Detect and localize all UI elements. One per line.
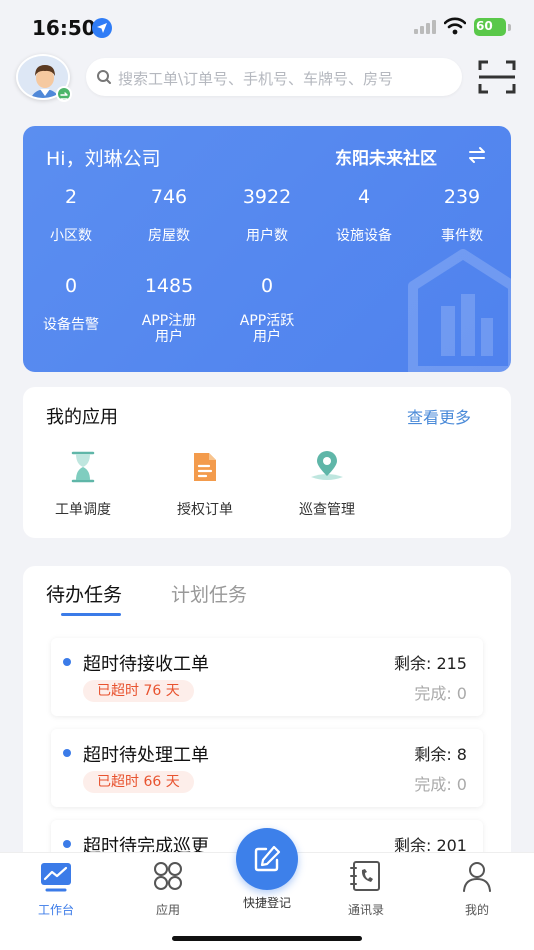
wifi-icon	[443, 17, 467, 39]
stat-houses[interactable]: 746 房屋数	[124, 186, 214, 244]
stat-value: 0	[260, 275, 274, 297]
task-remaining: 剩余: 215	[393, 654, 467, 673]
stat-value: 3922	[242, 186, 292, 208]
building-watermark-icon	[403, 246, 511, 372]
tabbar-contacts[interactable]: 通讯录	[326, 859, 406, 918]
task-completed: 完成: 0	[414, 684, 467, 703]
home-indicator	[172, 936, 362, 941]
stat-value: 1485	[144, 275, 194, 297]
chart-icon	[16, 859, 96, 895]
app-label: 授权订单	[177, 502, 233, 518]
tab-todo-tasks[interactable]: 待办任务	[46, 580, 122, 607]
hourglass-icon	[38, 449, 128, 485]
battery-level: 60	[476, 19, 493, 33]
active-tab-indicator	[61, 613, 121, 616]
location-arrow-icon	[92, 18, 112, 38]
contacts-icon	[326, 859, 406, 895]
community-selector[interactable]: 东阳未来社区	[335, 144, 437, 169]
stat-label: 设施设备	[336, 228, 392, 244]
tabbar-profile[interactable]: 我的	[437, 859, 517, 918]
stat-label: 房屋数	[148, 228, 190, 244]
task-item[interactable]: 超时待处理工单 已超时 66 天 剩余: 8 完成: 0	[51, 729, 483, 807]
app-patrol-management[interactable]: 巡查管理	[282, 449, 372, 519]
stat-label: 小区数	[50, 228, 92, 244]
tabbar-workbench[interactable]: 工作台	[16, 859, 96, 918]
tabbar-label: 工作台	[37, 903, 74, 917]
tabbar-label: 通讯录	[347, 903, 384, 917]
overdue-badge: 已超时 76 天	[83, 680, 194, 702]
tabbar-apps[interactable]: 应用	[128, 859, 208, 918]
app-work-order-dispatch[interactable]: 工单调度	[38, 449, 128, 519]
app-label: 巡查管理	[299, 502, 355, 518]
task-title: 超时待处理工单	[83, 745, 209, 766]
tasks-card: 待办任务 计划任务 超时待接收工单 已超时 76 天 剩余: 215 完成: 0…	[23, 566, 511, 866]
stat-facilities[interactable]: 4 设施设备	[319, 186, 409, 244]
search-icon	[96, 69, 112, 89]
battery-tip	[508, 24, 511, 31]
stats-card: Hi，刘琳公司 东阳未来社区 2 小区数 746 房屋数 3922 用户数 4 …	[23, 126, 511, 372]
stat-users[interactable]: 3922 用户数	[222, 186, 312, 244]
status-time: 16:50	[32, 16, 96, 40]
tab-planned-tasks[interactable]: 计划任务	[171, 580, 247, 607]
quick-register-label: 快捷登记	[242, 896, 291, 910]
stat-label: APP注册 用户	[141, 313, 197, 345]
stat-label: 事件数	[441, 228, 483, 244]
overdue-badge: 已超时 66 天	[83, 771, 194, 793]
quick-register-button[interactable]	[236, 828, 298, 890]
grid-icon	[128, 859, 208, 895]
tabbar-label: 我的	[464, 903, 489, 917]
stat-label: 设备告警	[43, 317, 99, 333]
stat-value: 2	[64, 186, 78, 208]
task-item[interactable]: 超时待接收工单 已超时 76 天 剩余: 215 完成: 0	[51, 638, 483, 716]
tabbar-label: 应用	[155, 903, 180, 917]
stat-app-registered[interactable]: 1485 APP注册 用户	[124, 275, 214, 345]
stat-device-alarms[interactable]: 0 设备告警	[26, 275, 116, 333]
stat-communities[interactable]: 2 小区数	[26, 186, 116, 244]
cellular-signal-icon	[414, 20, 436, 34]
apps-title: 我的应用	[46, 407, 118, 428]
task-remaining: 剩余: 8	[414, 745, 467, 764]
bullet-dot	[63, 658, 71, 666]
status-bar: 16:50 60	[0, 0, 534, 56]
switch-role-icon[interactable]	[56, 86, 72, 102]
user-icon	[437, 859, 517, 895]
search-placeholder: 搜索工单\订单号、手机号、车牌号、房号	[118, 70, 394, 88]
app-authorized-orders[interactable]: 授权订单	[160, 449, 250, 519]
scan-icon[interactable]	[476, 58, 518, 96]
app-label: 工单调度	[55, 502, 111, 518]
stat-value: 0	[64, 275, 78, 297]
search-input[interactable]: 搜索工单\订单号、手机号、车牌号、房号	[86, 58, 462, 96]
stat-label: 用户数	[246, 228, 288, 244]
switch-community-icon[interactable]	[467, 146, 487, 168]
bullet-dot	[63, 840, 71, 848]
stat-value: 746	[150, 186, 188, 208]
battery-icon: 60	[474, 18, 506, 36]
stat-events[interactable]: 239 事件数	[417, 186, 507, 244]
bullet-dot	[63, 749, 71, 757]
document-icon	[160, 449, 250, 485]
task-completed: 完成: 0	[414, 775, 467, 794]
stat-app-active[interactable]: 0 APP活跃 用户	[222, 275, 312, 345]
stat-value: 4	[357, 186, 371, 208]
view-more-link[interactable]: 查看更多	[407, 404, 471, 428]
my-apps-card: 我的应用 查看更多 工单调度 授权订单 巡查管理	[23, 387, 511, 538]
greeting: Hi，刘琳公司	[46, 148, 161, 170]
map-pin-icon	[282, 449, 372, 485]
stat-label: APP活跃 用户	[239, 313, 295, 345]
task-title: 超时待接收工单	[83, 654, 209, 675]
stat-value: 239	[443, 186, 481, 208]
